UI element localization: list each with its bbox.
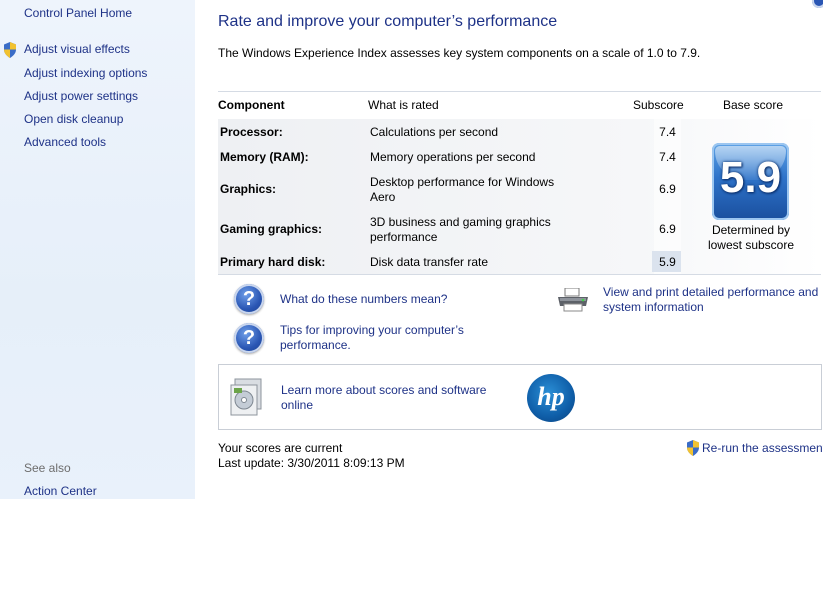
- what-is-rated: Disk data transfer rate: [370, 255, 489, 269]
- subscore-value: 5.9: [659, 255, 676, 269]
- base-score-badge: 5.9: [712, 143, 789, 220]
- what-numbers-mean-link[interactable]: What do these numbers mean?: [280, 292, 447, 307]
- component-label: Primary hard disk:: [220, 255, 326, 269]
- page-title: Rate and improve your computer’s perform…: [218, 13, 558, 30]
- component-label: Gaming graphics:: [220, 222, 323, 236]
- adjust-indexing-options-link[interactable]: Adjust indexing options: [24, 66, 147, 80]
- subscore-value: 6.9: [659, 182, 676, 196]
- component-label: Memory (RAM):: [220, 150, 309, 164]
- what-is-rated: Desktop performance for Windows Aero: [370, 175, 555, 204]
- header-base-score: Base score: [723, 98, 784, 112]
- adjust-power-settings-link[interactable]: Adjust power settings: [24, 89, 138, 103]
- subscore-value: 7.4: [659, 125, 676, 139]
- base-score-caption: Determined by lowest subscore: [707, 223, 795, 252]
- help-question-icon[interactable]: [812, 0, 823, 8]
- open-disk-cleanup-link[interactable]: Open disk cleanup: [24, 112, 123, 126]
- control-panel-home-link[interactable]: Control Panel Home: [24, 6, 132, 20]
- uac-shield-icon: [4, 42, 16, 58]
- software-box-icon: [230, 378, 262, 416]
- uac-shield-icon: [687, 440, 699, 456]
- header-what-is-rated: What is rated: [368, 98, 439, 112]
- header-subscore: Subscore: [633, 98, 684, 112]
- printer-icon: [558, 288, 588, 312]
- subscore-value: 6.9: [659, 222, 676, 236]
- score-table: Processor: Calculations per second 7.4 M…: [218, 119, 821, 275]
- scores-current-text: Your scores are current: [218, 441, 343, 455]
- see-also-label: See also: [24, 461, 71, 475]
- what-is-rated: Memory operations per second: [370, 150, 536, 164]
- help-question-icon: ?: [234, 284, 264, 314]
- component-label: Processor:: [220, 125, 283, 139]
- page-description: The Windows Experience Index assesses ke…: [218, 46, 701, 60]
- view-print-details-link[interactable]: View and print detailed performance and …: [603, 285, 823, 315]
- tips-improving-link[interactable]: Tips for improving your computer’s perfo…: [280, 323, 490, 353]
- adjust-visual-effects-link[interactable]: Adjust visual effects: [24, 42, 130, 56]
- action-center-link[interactable]: Action Center: [24, 484, 97, 498]
- base-score-value: 5.9: [719, 153, 782, 202]
- what-is-rated: 3D business and gaming graphics performa…: [370, 215, 551, 244]
- hp-logo-icon[interactable]: hp: [527, 374, 575, 422]
- last-update-text: Last update: 3/30/2011 8:09:13 PM: [218, 456, 405, 470]
- learn-more-link[interactable]: Learn more about scores and software onl…: [281, 383, 501, 413]
- advanced-tools-link[interactable]: Advanced tools: [24, 135, 106, 149]
- header-component: Component: [218, 98, 285, 112]
- left-pane: Control Panel Home Adjust visual effects…: [0, 0, 195, 499]
- help-question-icon: ?: [234, 323, 264, 353]
- subscore-value: 7.4: [659, 150, 676, 164]
- component-label: Graphics:: [220, 182, 277, 196]
- learn-more-panel: Learn more about scores and software onl…: [218, 364, 822, 430]
- what-is-rated: Calculations per second: [370, 125, 499, 139]
- score-table-header: Component What is rated Subscore Base sc…: [218, 91, 821, 120]
- rerun-assessment-link[interactable]: Re-run the assessment: [702, 441, 823, 455]
